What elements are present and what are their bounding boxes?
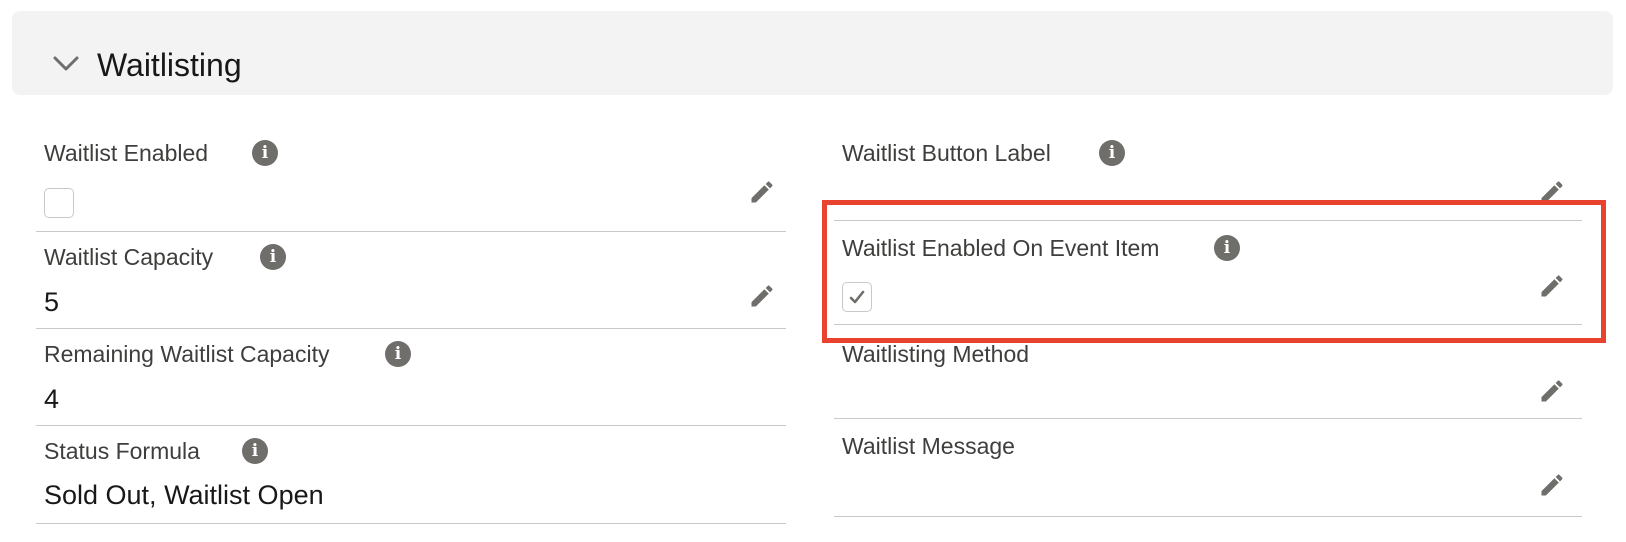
info-icon[interactable]: i: [260, 244, 286, 270]
pencil-icon[interactable]: [1538, 272, 1566, 300]
field-waitlist-enabled: Waitlist Enabled i: [36, 134, 786, 232]
pencil-icon[interactable]: [1538, 178, 1566, 206]
field-label: Waitlist Enabled: [44, 140, 209, 166]
field-status-formula: Status Formula i Sold Out, Waitlist Open: [36, 426, 786, 524]
section-title: Waitlisting: [97, 47, 242, 83]
waitlist-capacity-value: 5: [44, 287, 60, 317]
field-waitlist-enabled-on-event-item: Waitlist Enabled On Event Item i: [834, 221, 1582, 325]
field-label: Waitlist Button Label: [842, 140, 1051, 166]
info-icon[interactable]: i: [1099, 140, 1125, 166]
info-icon[interactable]: i: [252, 140, 278, 166]
field-waitlist-button-label: Waitlist Button Label i: [834, 134, 1582, 221]
field-label: Waitlist Enabled On Event Item: [842, 235, 1160, 261]
remaining-capacity-value: 4: [44, 384, 60, 414]
pencil-icon[interactable]: [1538, 377, 1566, 405]
field-label: Waitlist Message: [842, 433, 1015, 459]
enabled-on-event-item-checkbox[interactable]: [842, 282, 872, 312]
waitlist-enabled-checkbox[interactable]: [44, 188, 74, 218]
field-waitlisting-method: Waitlisting Method: [834, 325, 1582, 419]
info-icon[interactable]: i: [1214, 235, 1240, 261]
chevron-down-icon[interactable]: [52, 55, 80, 73]
field-label: Waitlisting Method: [842, 341, 1030, 367]
field-label: Waitlist Capacity: [44, 244, 214, 270]
field-waitlist-message: Waitlist Message: [834, 419, 1582, 517]
status-formula-value: Sold Out, Waitlist Open: [44, 480, 324, 510]
field-remaining-waitlist-capacity: Remaining Waitlist Capacity i 4: [36, 329, 786, 426]
info-icon[interactable]: i: [242, 438, 268, 464]
info-icon[interactable]: i: [385, 341, 411, 367]
field-label: Status Formula: [44, 438, 200, 464]
pencil-icon[interactable]: [748, 282, 776, 310]
checkmark-icon: [849, 290, 865, 304]
pencil-icon[interactable]: [1538, 471, 1566, 499]
field-waitlist-capacity: Waitlist Capacity i 5: [36, 232, 786, 329]
section-header[interactable]: Waitlisting: [12, 11, 1613, 95]
field-label: Remaining Waitlist Capacity: [44, 341, 330, 367]
pencil-icon[interactable]: [748, 178, 776, 206]
